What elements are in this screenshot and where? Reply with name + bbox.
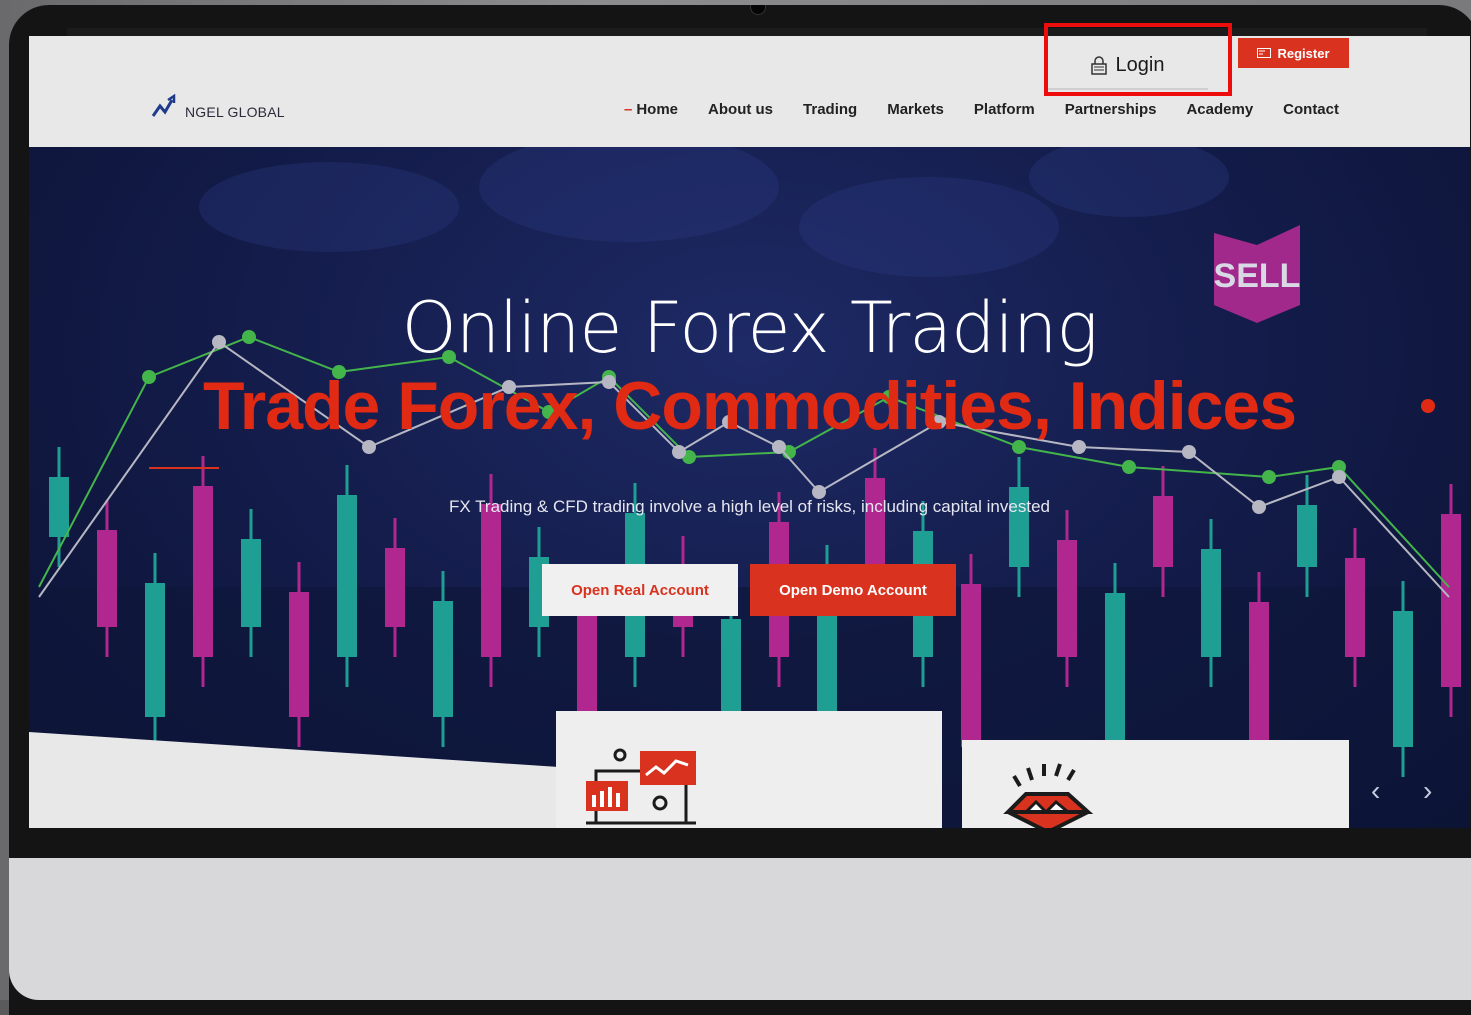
site-logo[interactable]: NGEL GLOBAL	[152, 94, 285, 120]
decorative-red-line	[149, 467, 219, 469]
nav-about-us[interactable]: About us	[708, 101, 773, 118]
hero-banner: SELL Online Forex Trading Trade Forex, C…	[29, 147, 1470, 828]
chevron-right-icon[interactable]: ›	[1423, 775, 1432, 807]
chart-arrow-logo-icon	[152, 94, 176, 117]
feature-card-analytics[interactable]	[556, 711, 942, 828]
nav-contact[interactable]: Contact	[1283, 101, 1339, 118]
register-button[interactable]: Register	[1238, 38, 1349, 68]
bottom-wedge	[29, 732, 559, 828]
open-demo-account-button[interactable]: Open Demo Account	[750, 564, 956, 616]
risk-warning: FX Trading & CFD trading involve a high …	[449, 497, 1050, 516]
decorative-red-dot	[1421, 399, 1435, 413]
nav-trading[interactable]: Trading	[803, 101, 857, 118]
register-label: Register	[1277, 45, 1330, 61]
site-header: NGEL GLOBAL Login Register Home About us…	[29, 36, 1470, 147]
feature-card-premium[interactable]	[962, 740, 1349, 828]
hero-subtitle: Trade Forex, Commodities, Indices	[202, 368, 1297, 444]
hero-title: Online Forex Trading	[401, 287, 1099, 369]
nav-partnerships[interactable]: Partnerships	[1065, 101, 1157, 118]
main-nav: Home About us Trading Markets Platform P…	[624, 101, 1339, 118]
open-real-account-button[interactable]: Open Real Account	[542, 564, 738, 616]
nav-markets[interactable]: Markets	[887, 101, 944, 118]
analytics-dashboard-icon	[586, 748, 696, 825]
chevron-left-icon[interactable]: ‹	[1371, 775, 1380, 807]
monitor-chin	[9, 858, 1471, 1000]
webcam-icon	[750, 5, 766, 15]
browser-screen: NGEL GLOBAL Login Register Home About us…	[29, 36, 1470, 828]
card-icon	[1257, 48, 1272, 58]
nav-home[interactable]: Home	[624, 101, 678, 118]
diamond-icon	[1003, 763, 1094, 828]
nav-platform[interactable]: Platform	[974, 101, 1035, 118]
nav-academy[interactable]: Academy	[1186, 101, 1253, 118]
logo-text: NGEL GLOBAL	[185, 104, 285, 120]
login-highlight-box	[1044, 23, 1232, 96]
